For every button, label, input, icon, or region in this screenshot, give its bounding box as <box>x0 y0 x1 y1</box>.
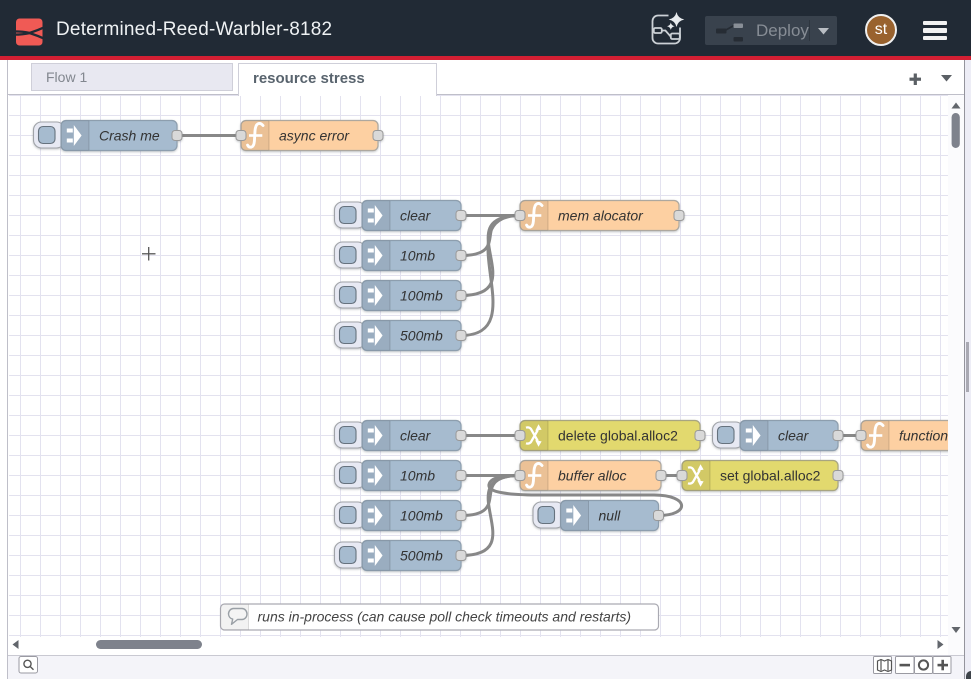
svg-text:function: function <box>899 428 948 444</box>
svg-text:delete global.alloc2: delete global.alloc2 <box>558 428 678 444</box>
svg-text:10mb: 10mb <box>400 248 435 264</box>
svg-text:buffer alloc: buffer alloc <box>558 468 626 484</box>
svg-text:mem alocator: mem alocator <box>558 208 644 224</box>
svg-text:clear: clear <box>400 428 432 444</box>
svg-text:10mb: 10mb <box>400 468 435 484</box>
svg-text:clear: clear <box>400 208 432 224</box>
svg-text:set global.alloc2: set global.alloc2 <box>720 468 821 484</box>
svg-text:500mb: 500mb <box>400 548 443 564</box>
svg-text:500mb: 500mb <box>400 328 443 344</box>
svg-text:null: null <box>599 508 622 524</box>
svg-text:clear: clear <box>778 428 810 444</box>
svg-text:100mb: 100mb <box>400 508 443 524</box>
svg-text:Crash me: Crash me <box>99 128 160 144</box>
svg-text:runs in-process (can cause pol: runs in-process (can cause poll check ti… <box>258 609 632 625</box>
svg-text:async error: async error <box>279 128 350 144</box>
svg-text:100mb: 100mb <box>400 288 443 304</box>
